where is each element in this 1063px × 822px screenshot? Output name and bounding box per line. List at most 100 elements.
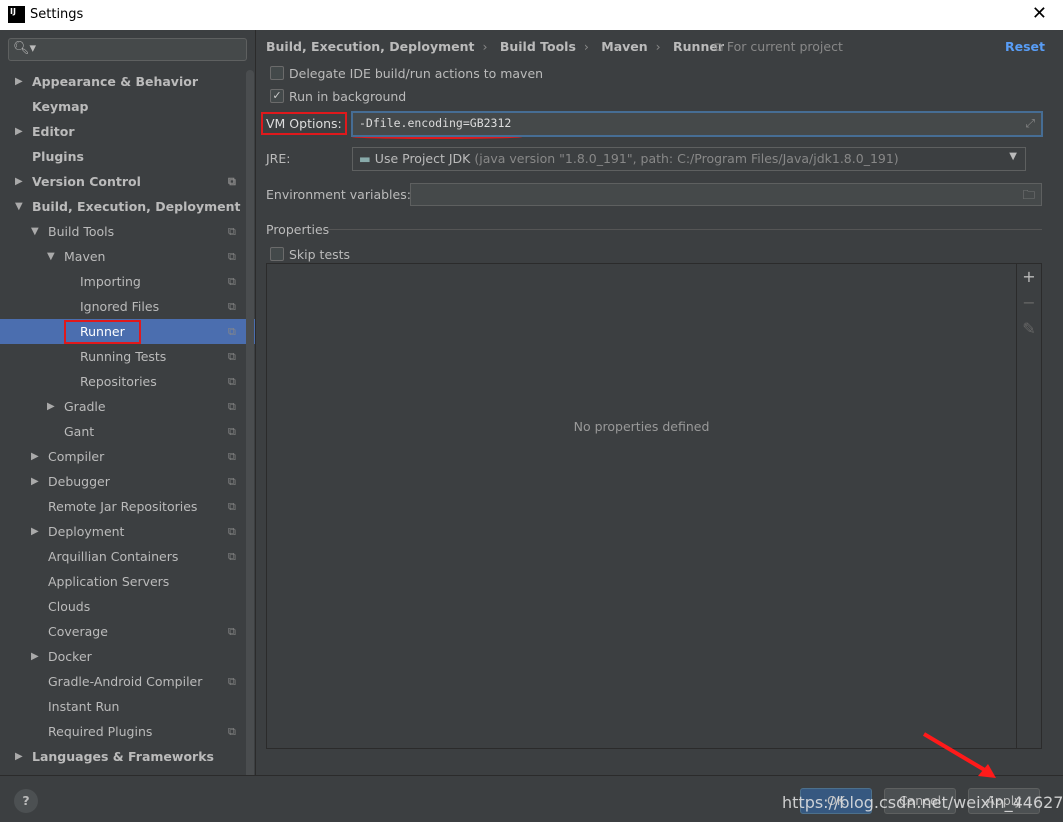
properties-table: No properties defined + − ✎ [266, 263, 1042, 749]
chevron-right-icon[interactable]: ▶ [15, 69, 23, 94]
skip-tests-checkbox[interactable] [270, 247, 284, 261]
sidebar-item[interactable]: Runner ⧉ [0, 319, 255, 344]
sidebar-item-label: Editor [32, 124, 75, 139]
sidebar-item[interactable]: Plugins [0, 144, 255, 169]
env-label: Environment variables: [266, 187, 411, 202]
chevron-right-icon[interactable]: ▶ [31, 469, 39, 494]
remove-icon[interactable]: − [1017, 290, 1041, 316]
for-project-label: For current project [726, 39, 843, 54]
sidebar-item[interactable]: Coverage ⧉ [0, 619, 255, 644]
jre-label: JRE: [266, 151, 291, 166]
env-input[interactable]: 🗀 [410, 183, 1042, 206]
sidebar-item-label: Repositories [80, 374, 157, 389]
window-title: Settings [30, 7, 84, 22]
jre-select[interactable]: ▬ Use Project JDK (java version "1.8.0_1… [352, 147, 1026, 171]
sidebar-item-label: Gradle [64, 399, 106, 414]
vm-options-value: -Dfile.encoding=GB2312 [359, 116, 512, 130]
edit-icon[interactable]: ✎ [1017, 316, 1041, 342]
dialog-footer: ? OK Cancel Apply https://blog.csdn.net/… [0, 775, 1063, 822]
jre-detail: (java version "1.8.0_191", path: C:/Prog… [474, 151, 899, 166]
sidebar-item[interactable]: Instant Run [0, 694, 255, 719]
add-icon[interactable]: + [1017, 264, 1041, 290]
sidebar-item-label: Importing [80, 274, 141, 289]
copy-icon: ⧉ [228, 675, 236, 688]
sidebar-item[interactable]: Arquillian Containers ⧉ [0, 544, 255, 569]
sidebar-item-label: Maven [64, 249, 106, 264]
annotation-underline [352, 135, 522, 139]
annotation-arrow-icon [922, 732, 996, 778]
copy-icon: ⧉ [228, 250, 236, 263]
sidebar-item[interactable]: ▶ Editor [0, 119, 255, 144]
sidebar-item[interactable]: ▶ Appearance & Behavior [0, 69, 255, 94]
copy-icon: ⧉ [228, 725, 236, 738]
sidebar-item[interactable]: ▼ Build Tools ⧉ [0, 219, 255, 244]
sidebar-item[interactable]: Gant ⧉ [0, 419, 255, 444]
chevron-right-icon[interactable]: ▶ [31, 519, 39, 544]
sidebar-item-label: Runner [64, 320, 141, 344]
sidebar-item-label: Instant Run [48, 699, 120, 714]
sidebar-item[interactable]: Required Plugins ⧉ [0, 719, 255, 744]
chevron-down-icon[interactable]: ▼ [47, 244, 55, 269]
sidebar-item[interactable]: Running Tests ⧉ [0, 344, 255, 369]
sidebar-item[interactable]: Application Servers [0, 569, 255, 594]
divider [328, 229, 1042, 230]
search-icon: 🔍︎▾ [13, 41, 37, 56]
sidebar-item-label: Gradle-Android Compiler [48, 674, 203, 689]
sidebar-item[interactable]: Repositories ⧉ [0, 369, 255, 394]
sidebar-item[interactable]: Importing ⧉ [0, 269, 255, 294]
chevron-right-icon[interactable]: ▶ [31, 644, 39, 669]
close-icon[interactable]: ✕ [1032, 3, 1047, 24]
breadcrumb: Build, Execution, Deployment › Build Tool… [266, 39, 724, 54]
chevron-right-icon[interactable]: ▶ [15, 119, 23, 144]
expand-icon[interactable]: ⤢ [1026, 116, 1035, 131]
delegate-checkbox[interactable] [270, 66, 284, 80]
sidebar-item-label: Ignored Files [80, 299, 160, 314]
help-button[interactable]: ? [14, 789, 38, 813]
copy-icon: ⧉ [228, 425, 236, 438]
chevron-right-icon[interactable]: ▶ [15, 744, 23, 769]
sidebar-item-label: Required Plugins [48, 724, 153, 739]
sidebar-item[interactable]: ▼ Maven ⧉ [0, 244, 255, 269]
empty-text: No properties defined [573, 419, 710, 434]
skip-tests-label: Skip tests [289, 247, 351, 262]
vm-options-input[interactable]: -Dfile.encoding=GB2312 ⤢ [351, 111, 1043, 137]
properties-title: Properties [266, 222, 330, 237]
sidebar-item[interactable]: Ignored Files ⧉ [0, 294, 255, 319]
folder-icon[interactable]: 🗀 [1022, 186, 1035, 207]
sidebar-item[interactable]: ▶ Docker [0, 644, 255, 669]
copy-icon: ⧉ [228, 400, 236, 413]
copy-icon: ⧉ [228, 325, 236, 338]
sidebar-item[interactable]: ▼ Build, Execution, Deployment [0, 194, 255, 219]
intellij-logo-icon: IJ [8, 6, 25, 23]
sidebar-item[interactable]: ▶ Debugger ⧉ [0, 469, 255, 494]
copy-icon: ⧉ [714, 39, 727, 54]
sidebar-item-label: Gant [64, 424, 95, 439]
background-checkbox[interactable]: ✓ [270, 89, 284, 103]
copy-icon: ⧉ [228, 275, 236, 288]
chevron-right-icon[interactable]: ▶ [15, 169, 23, 194]
chevron-down-icon[interactable]: ▼ [15, 194, 23, 219]
chevron-down-icon[interactable]: ▼ [31, 219, 39, 244]
sidebar-item[interactable]: ▶ Languages & Frameworks [0, 744, 255, 769]
reset-link[interactable]: Reset [1005, 39, 1045, 54]
search-input[interactable]: 🔍︎▾ [8, 38, 247, 61]
breadcrumb-item: Build Tools [499, 39, 576, 54]
copy-icon: ⧉ [228, 225, 236, 238]
sidebar-item[interactable]: Clouds [0, 594, 255, 619]
sidebar-item-label: Clouds [48, 599, 91, 614]
sidebar-item-label: Plugins [32, 149, 84, 164]
sidebar-item-label: Compiler [48, 449, 105, 464]
sidebar-item[interactable]: ▶ Compiler ⧉ [0, 444, 255, 469]
sidebar-item[interactable]: ▶ Deployment ⧉ [0, 519, 255, 544]
chevron-right-icon[interactable]: ▶ [31, 444, 39, 469]
sidebar-item[interactable]: Keymap [0, 94, 255, 119]
copy-icon: ⧉ [228, 300, 236, 313]
copy-icon: ⧉ [228, 525, 236, 538]
sidebar-scrollbar[interactable] [246, 70, 254, 785]
chevron-right-icon[interactable]: ▶ [47, 394, 55, 419]
sidebar-item[interactable]: ▶ Version Control ⧉ [0, 169, 255, 194]
sidebar-item-label: Version Control [32, 174, 141, 189]
sidebar-item[interactable]: Gradle-Android Compiler ⧉ [0, 669, 255, 694]
sidebar-item[interactable]: ▶ Gradle ⧉ [0, 394, 255, 419]
sidebar-item[interactable]: Remote Jar Repositories ⧉ [0, 494, 255, 519]
